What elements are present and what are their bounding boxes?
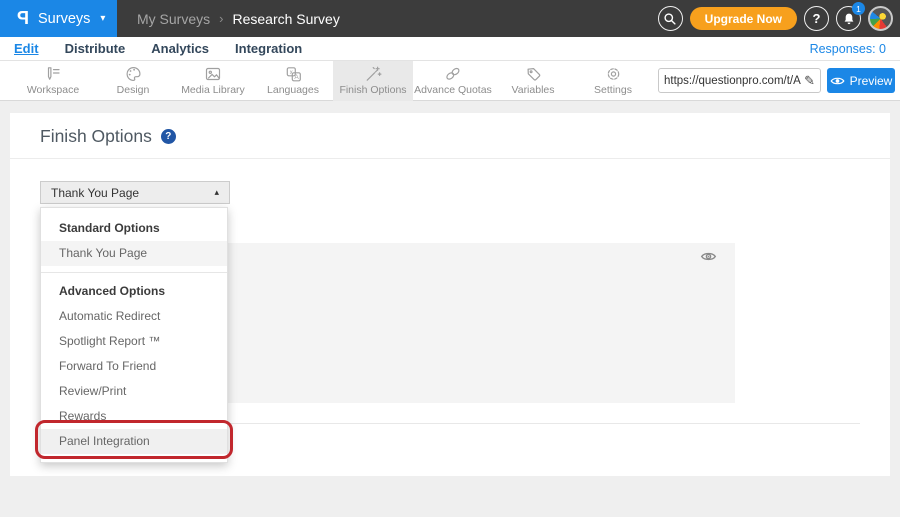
tab-finish-options[interactable]: Finish Options — [333, 61, 413, 101]
menu-header-standard-options: Standard Options — [41, 216, 227, 241]
breadcrumb: My Surveys › Research Survey — [137, 0, 340, 37]
finish-options-card: Finish Options ? Thank You Page ▴ Standa… — [10, 113, 890, 476]
tab-advance-quotas-label: Advance Quotas — [414, 84, 492, 96]
tab-variables-label: Variables — [512, 84, 555, 96]
product-menu-label[interactable]: Surveys — [38, 11, 90, 27]
menu-item-spotlight-report[interactable]: Spotlight Report ™ — [41, 329, 227, 354]
tab-advance-quotas[interactable]: Advance Quotas — [413, 61, 493, 101]
chevron-down-icon: ▾ — [100, 13, 105, 24]
svg-text:A: A — [294, 74, 299, 81]
menu-divider — [41, 272, 227, 273]
page-title: Finish Options — [40, 126, 152, 147]
main-area: Finish Options ? Thank You Page ▴ Standa… — [0, 101, 900, 517]
tab-media-library-label: Media Library — [181, 84, 245, 96]
avatar[interactable] — [868, 6, 893, 31]
finish-options-help-icon[interactable]: ? — [161, 129, 176, 144]
search-button[interactable] — [658, 6, 683, 31]
tag-icon — [525, 66, 542, 82]
preview-button[interactable]: Preview — [827, 68, 895, 93]
notifications-button[interactable]: 1 — [836, 6, 861, 31]
tab-design-label: Design — [117, 84, 150, 96]
media-library-icon — [204, 66, 222, 82]
chain-links-icon — [444, 66, 462, 82]
dropdown-selected-value: Thank You Page — [41, 186, 139, 200]
tab-settings[interactable]: Settings — [573, 61, 653, 101]
menu-item-automatic-redirect[interactable]: Automatic Redirect — [41, 304, 227, 329]
tab-variables[interactable]: Variables — [493, 61, 573, 101]
tab-finish-options-label: Finish Options — [339, 84, 406, 96]
nav-tab-edit[interactable]: Edit — [14, 41, 39, 56]
design-palette-icon — [125, 66, 142, 82]
help-icon: ? — [813, 11, 821, 26]
tab-languages[interactable]: x A Languages — [253, 61, 333, 101]
top-bar: P Surveys ▾ My Surveys › Research Survey… — [0, 0, 900, 37]
gear-icon — [605, 66, 622, 82]
tab-media-library[interactable]: Media Library — [173, 61, 253, 101]
caret-up-icon: ▴ — [214, 187, 229, 198]
nav-tab-analytics[interactable]: Analytics — [151, 41, 209, 56]
questionpro-logo-icon[interactable]: P — [17, 8, 29, 29]
eye-icon — [830, 75, 845, 87]
notification-badge: 1 — [852, 2, 865, 15]
preview-eye-button[interactable] — [700, 250, 717, 268]
bell-icon — [842, 12, 856, 26]
topbar-actions: Upgrade Now ? 1 — [658, 0, 893, 37]
menu-item-thank-you-page[interactable]: Thank You Page — [41, 241, 227, 266]
languages-icon: x A — [285, 66, 302, 82]
menu-item-forward-to-friend[interactable]: Forward To Friend — [41, 354, 227, 379]
menu-header-advanced-options: Advanced Options — [41, 279, 227, 304]
edit-toolbar: Workspace Design Media Library x A Langu… — [0, 61, 900, 101]
breadcrumb-separator: › — [219, 11, 223, 26]
menu-item-rewards[interactable]: Rewards — [41, 404, 227, 429]
breadcrumb-current-survey: Research Survey — [232, 11, 339, 27]
tab-languages-label: Languages — [267, 84, 319, 96]
breadcrumb-my-surveys[interactable]: My Surveys — [137, 11, 210, 27]
finish-option-dropdown-menu: Standard Options Thank You Page Advanced… — [40, 207, 228, 463]
menu-item-review-print[interactable]: Review/Print — [41, 379, 227, 404]
surveys-product-menu[interactable]: P Surveys ▾ — [0, 0, 117, 37]
upgrade-now-button[interactable]: Upgrade Now — [690, 7, 797, 30]
responses-count: Responses: 0 — [810, 42, 886, 56]
survey-url-input[interactable] — [664, 75, 804, 87]
magic-wand-icon — [364, 66, 382, 82]
eye-icon — [700, 250, 717, 263]
help-button[interactable]: ? — [804, 6, 829, 31]
finish-option-dropdown-button[interactable]: Thank You Page ▴ — [40, 181, 230, 204]
preview-label: Preview — [850, 74, 893, 88]
upgrade-now-label: Upgrade Now — [705, 12, 782, 26]
tab-workspace[interactable]: Workspace — [13, 61, 93, 101]
tab-workspace-label: Workspace — [27, 84, 79, 96]
survey-url-box[interactable]: ✎ — [658, 68, 821, 93]
menu-item-panel-integration[interactable]: Panel Integration — [41, 429, 227, 454]
nav-tab-distribute[interactable]: Distribute — [65, 41, 126, 56]
tab-design[interactable]: Design — [93, 61, 173, 101]
workspace-icon — [44, 66, 62, 82]
survey-nav: Edit Distribute Analytics Integration Re… — [0, 37, 900, 61]
card-header: Finish Options ? — [10, 113, 890, 159]
edit-url-pencil-icon[interactable]: ✎ — [804, 74, 815, 87]
tab-settings-label: Settings — [594, 84, 632, 96]
nav-tab-integration[interactable]: Integration — [235, 41, 302, 56]
search-icon — [663, 12, 677, 26]
